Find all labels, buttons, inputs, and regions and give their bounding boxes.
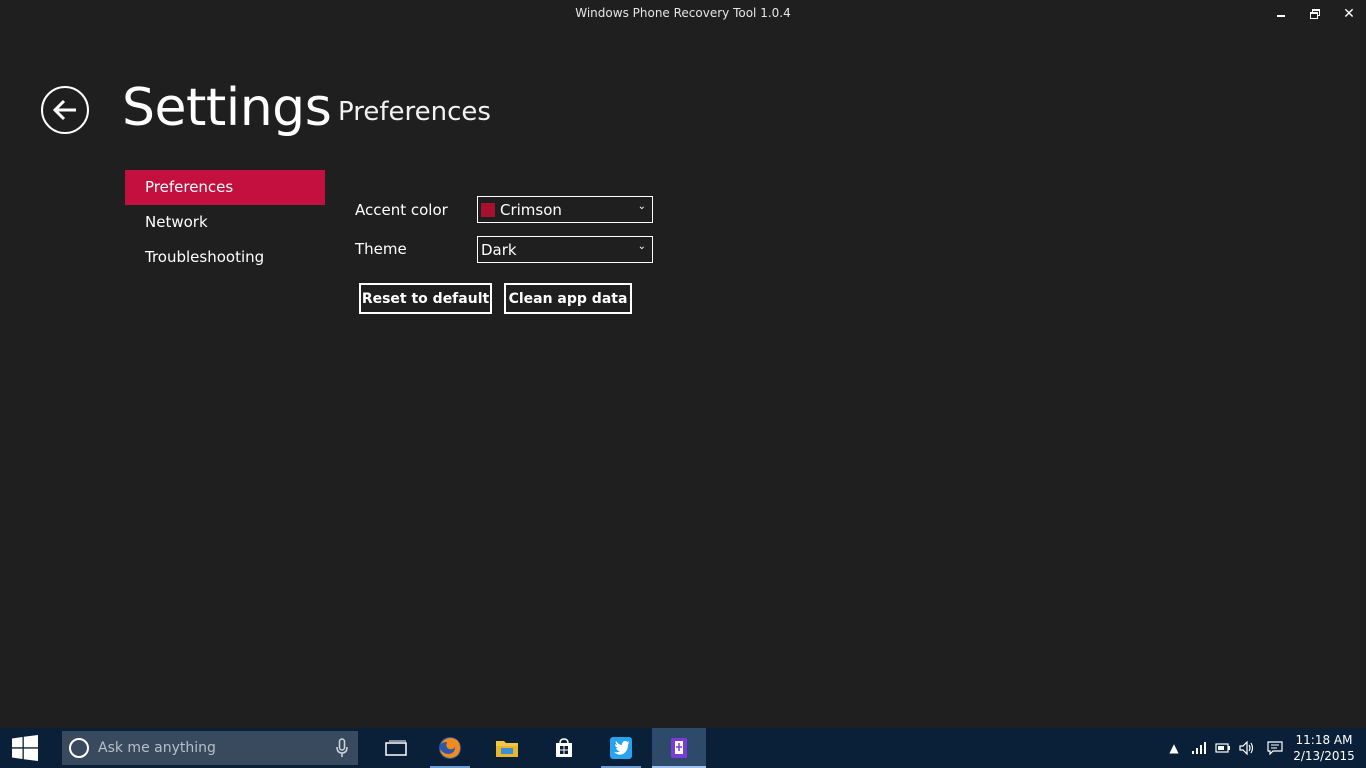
- theme-select[interactable]: Dark ⌄: [477, 236, 653, 263]
- accent-swatch: [481, 202, 495, 217]
- volume-icon[interactable]: [1239, 740, 1255, 756]
- show-hidden-icons-icon[interactable]: ▲: [1166, 740, 1182, 756]
- theme-value: Dark: [481, 240, 517, 259]
- taskbar: ▲ 11:18 AM 2/13/2015: [0, 728, 1366, 768]
- twitter-icon: [610, 737, 632, 759]
- file-explorer-icon: [496, 741, 518, 757]
- minimize-icon: [1277, 15, 1285, 17]
- chevron-down-icon: ⌄: [637, 241, 646, 252]
- taskbar-twitter[interactable]: [597, 728, 645, 768]
- back-arrow-icon: [52, 99, 76, 121]
- restore-button[interactable]: [1298, 0, 1332, 28]
- phone-recovery-icon: [671, 738, 687, 758]
- reset-to-default-button[interactable]: Reset to default: [359, 283, 492, 314]
- cortana-search-box[interactable]: [62, 731, 358, 765]
- accent-color-value: Crimson: [500, 200, 562, 219]
- windows-logo-icon: [12, 735, 38, 761]
- clock-date: 2/13/2015: [1293, 749, 1355, 763]
- app-window: Windows Phone Recovery Tool 1.0.4 ✕ Sett…: [0, 0, 1366, 728]
- taskbar-store[interactable]: [540, 728, 588, 768]
- chevron-down-icon: ⌄: [637, 201, 646, 212]
- back-button[interactable]: [41, 86, 89, 134]
- restore-icon: [1310, 9, 1320, 19]
- minimize-button[interactable]: [1264, 0, 1298, 28]
- task-view-icon: [385, 740, 407, 756]
- settings-nav: Preferences Network Troubleshooting: [125, 170, 325, 275]
- nav-item-troubleshooting[interactable]: Troubleshooting: [125, 240, 325, 275]
- store-icon: [556, 738, 572, 757]
- page-subtitle: Preferences: [338, 97, 491, 127]
- nav-item-preferences[interactable]: Preferences: [125, 170, 325, 205]
- close-icon: ✕: [1343, 6, 1355, 22]
- network-signal-icon[interactable]: [1191, 740, 1207, 756]
- theme-label: Theme: [355, 240, 407, 258]
- nav-item-network[interactable]: Network: [125, 205, 325, 240]
- window-title: Windows Phone Recovery Tool 1.0.4: [575, 6, 791, 20]
- close-button[interactable]: ✕: [1332, 0, 1366, 28]
- clean-app-data-button[interactable]: Clean app data: [504, 283, 632, 314]
- page-title: Settings: [122, 78, 332, 138]
- firefox-icon: [439, 737, 461, 759]
- microphone-icon[interactable]: [336, 738, 348, 758]
- battery-icon[interactable]: [1215, 740, 1231, 756]
- accent-color-label: Accent color: [355, 201, 448, 219]
- taskbar-phone-recovery[interactable]: [652, 728, 706, 768]
- start-button[interactable]: [0, 728, 50, 768]
- taskbar-file-explorer[interactable]: [483, 728, 531, 768]
- taskbar-firefox[interactable]: [426, 728, 474, 768]
- notifications-icon[interactable]: [1267, 740, 1283, 756]
- task-view-button[interactable]: [372, 728, 420, 768]
- cortana-icon: [69, 738, 89, 758]
- accent-color-select[interactable]: Crimson ⌄: [477, 196, 653, 223]
- clock-time: 11:18 AM: [1295, 733, 1353, 747]
- search-input[interactable]: [98, 740, 318, 756]
- taskbar-clock[interactable]: 11:18 AM 2/13/2015: [1292, 732, 1356, 764]
